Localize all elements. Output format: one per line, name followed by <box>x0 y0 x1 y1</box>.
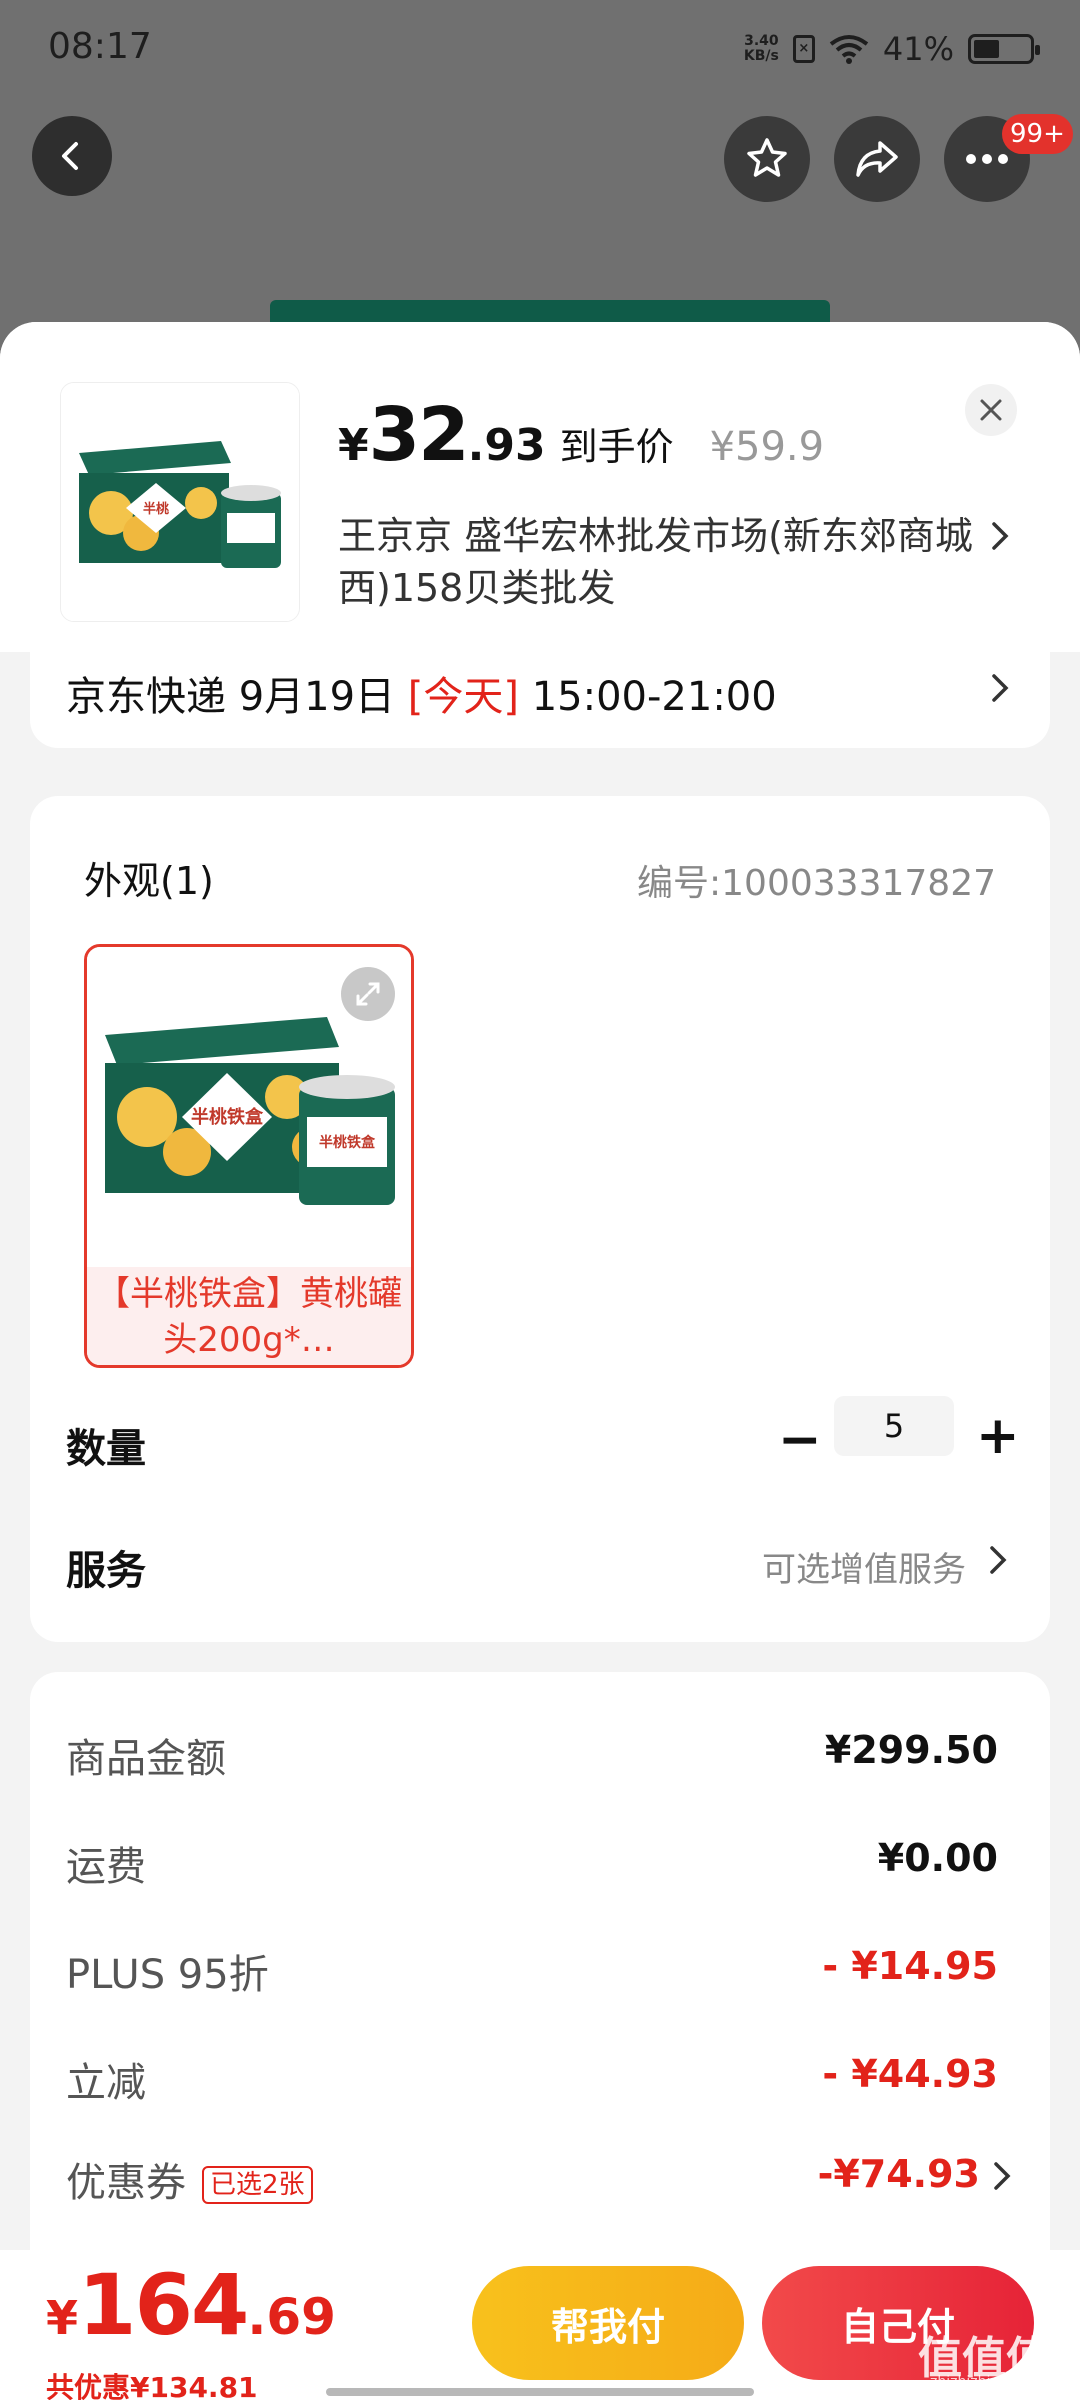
total-currency: ¥ <box>46 2291 79 2345</box>
home-indicator[interactable] <box>326 2388 754 2396</box>
summary-value: ¥299.50 <box>824 1728 998 1772</box>
summary-value: -¥74.93 <box>817 2152 980 2196</box>
status-icons: 3.40 KB/s × 41% <box>744 30 1040 68</box>
appearance-title: 外观(1) <box>84 859 214 903</box>
status-bar: 08:17 3.40 KB/s × 41% <box>0 0 1080 100</box>
wifi-icon <box>829 35 869 64</box>
svg-text:半桃铁盒: 半桃铁盒 <box>191 1106 264 1128</box>
summary-value: ¥0.00 <box>877 1836 998 1880</box>
screen: 08:17 3.40 KB/s × 41% 99+ 半桃 ¥ 32 .93 到手… <box>0 0 1080 2400</box>
delivery-today: [今天] <box>407 674 519 720</box>
coupon-label: 优惠券 已选2张 <box>66 2150 313 2208</box>
delivery-address[interactable]: 王京京 盛华宏林批发市场(新东郊商城西)158贝类批发 <box>338 510 978 614</box>
delivery-window: 15:00-21:00 <box>519 674 777 720</box>
battery-percent: 41% <box>882 30 954 68</box>
delivery-date: 京东快递 9月19日 <box>66 674 408 720</box>
purchase-sheet: 半桃 ¥ 32 .93 到手价 ¥59.9 王京京 盛华宏林批发市场(新东郊商城… <box>0 322 1080 2400</box>
delivery-row[interactable]: 京东快递 9月19日 [今天] 15:00-21:00 <box>30 652 1050 748</box>
service-value[interactable]: 可选增值服务 <box>762 1542 966 1591</box>
summary-row-coupon[interactable]: 优惠券 已选2张 -¥74.93 <box>66 2150 1016 2210</box>
quantity-minus-button[interactable]: − <box>778 1410 822 1470</box>
quantity-input[interactable]: 5 <box>834 1396 954 1456</box>
close-icon <box>980 399 1002 421</box>
coupon-tag: 已选2张 <box>202 2166 313 2204</box>
service-label: 服务 <box>66 1548 146 1594</box>
sim-icon: × <box>792 35 815 63</box>
summary-label: 商品金额 <box>66 1736 226 1782</box>
summary-label: PLUS 95折 <box>66 1952 269 1998</box>
total-decimal: .69 <box>247 2288 336 2346</box>
summary-row-plus: PLUS 95折 - ¥14.95 <box>66 1942 1016 2002</box>
summary-row-discount: 立减 - ¥44.93 <box>66 2050 1016 2110</box>
price-integer: 32 <box>368 392 470 478</box>
watermark-site: zhizhizhi.com <box>930 2374 1025 2390</box>
share-button[interactable] <box>834 116 920 202</box>
message-badge: 99+ <box>1002 114 1073 154</box>
svg-text:半桃: 半桃 <box>143 501 169 517</box>
star-icon <box>747 138 787 177</box>
back-button[interactable] <box>32 116 112 196</box>
share-icon <box>856 141 898 177</box>
variant-option-selected[interactable]: 半桃铁盒 半桃铁盒 【半桃铁盒】黄桃罐头200g*… <box>84 944 414 1368</box>
close-button[interactable] <box>965 384 1017 436</box>
price-label: 到手价 <box>559 425 674 469</box>
original-price: ¥59.9 <box>709 424 825 470</box>
summary-value: - ¥44.93 <box>822 2052 998 2096</box>
total-saved: 共优惠¥134.81 <box>46 2371 258 2400</box>
price-row: ¥ 32 .93 到手价 ¥59.9 <box>338 392 824 478</box>
summary-label: 优惠券 <box>66 2160 186 2206</box>
summary-label: 运费 <box>66 1844 146 1890</box>
service-chevron-icon <box>990 1546 1007 1574</box>
status-time: 08:17 <box>48 26 152 67</box>
expand-image-button[interactable] <box>341 967 395 1021</box>
expand-icon <box>356 982 380 1006</box>
battery-icon <box>968 34 1040 64</box>
options-card: 外观(1) 编号:100033317827 半桃铁盒 半桃铁盒 【半桃铁盒】黄桃… <box>30 796 1050 1642</box>
delivery-chevron-icon <box>992 674 1009 702</box>
more-icon <box>966 154 1008 164</box>
favorite-button[interactable] <box>724 116 810 202</box>
network-speed-unit: KB/s <box>743 48 779 64</box>
variant-label: 【半桃铁盒】黄桃罐头200g*… <box>87 1267 411 1365</box>
quantity-label: 数量 <box>66 1426 146 1472</box>
price-currency: ¥ <box>338 420 369 471</box>
address-chevron-icon <box>992 522 1009 550</box>
summary-row-shipping: 运费 ¥0.00 <box>66 1834 1016 1894</box>
total-integer: 164 <box>78 2256 249 2354</box>
price-decimal: .93 <box>467 420 546 471</box>
delivery-text: 京东快递 9月19日 [今天] 15:00-21:00 <box>66 664 777 722</box>
quantity-plus-button[interactable]: + <box>976 1406 1020 1466</box>
summary-label: 立减 <box>66 2060 146 2106</box>
sheet-header: 半桃 ¥ 32 .93 到手价 ¥59.9 王京京 盛华宏林批发市场(新东郊商城… <box>0 322 1080 652</box>
coupon-chevron-icon <box>994 2162 1011 2190</box>
friend-pay-button[interactable]: 帮我付 <box>472 2266 744 2380</box>
svg-text:半桃铁盒: 半桃铁盒 <box>319 1134 376 1151</box>
product-image: 半桃 <box>61 383 299 621</box>
network-speed: 3.40 KB/s <box>744 34 779 64</box>
summary-value: - ¥14.95 <box>822 1944 998 1988</box>
total-price: ¥ 164 .69 <box>46 2256 336 2354</box>
back-icon <box>62 142 78 170</box>
summary-row-goods: 商品金额 ¥299.50 <box>66 1726 1016 1786</box>
network-speed-value: 3.40 <box>744 33 779 49</box>
product-code: 编号:100033317827 <box>637 863 996 904</box>
product-thumbnail[interactable]: 半桃 <box>60 382 300 622</box>
